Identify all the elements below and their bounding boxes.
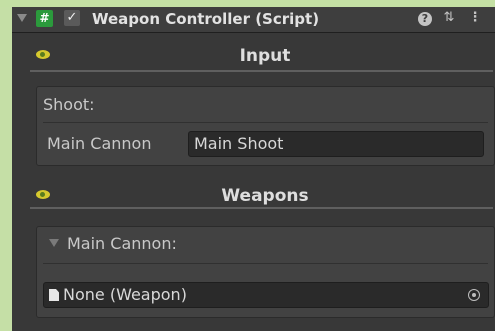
menu-icon[interactable]: ⋮	[468, 10, 482, 25]
document-icon	[49, 289, 59, 301]
input-group-panel: Shoot: Main Cannon Main Shoot	[36, 86, 495, 166]
component-title: Weapon Controller (Script)	[92, 10, 320, 28]
section-divider	[30, 207, 493, 209]
script-icon: #	[36, 10, 53, 27]
group-divider	[43, 263, 488, 264]
enabled-checkbox[interactable]: ✓	[64, 10, 80, 26]
help-icon[interactable]: ?	[418, 12, 432, 26]
shoot-group-label: Shoot:	[43, 95, 95, 114]
main-cannon-label: Main Cannon	[47, 134, 152, 153]
section-divider	[30, 70, 493, 72]
object-picker-icon[interactable]	[468, 289, 480, 301]
input-section-title: Input	[239, 46, 291, 66]
group-divider	[43, 122, 488, 123]
left-accent-gutter	[0, 7, 12, 331]
main-cannon-input-field[interactable]: Main Shoot	[188, 131, 484, 157]
presets-icon[interactable]: ⇅	[442, 10, 456, 25]
foldout-arrow-icon[interactable]	[49, 239, 59, 247]
weapon-object-field[interactable]: None (Weapon)	[43, 282, 489, 308]
main-cannon-foldout-label[interactable]: Main Cannon:	[67, 234, 177, 253]
weapon-object-field-value: None (Weapon)	[63, 285, 187, 304]
foldout-arrow-icon[interactable]	[17, 14, 27, 22]
weapons-section-title: Weapons	[221, 186, 309, 206]
weapons-section-header: Weapons	[30, 184, 495, 214]
top-accent-strip	[0, 0, 495, 7]
component-header[interactable]: # ✓ Weapon Controller (Script) ? ⇅ ⋮	[12, 7, 495, 33]
weapons-group-panel: Main Cannon: None (Weapon)	[36, 226, 495, 318]
